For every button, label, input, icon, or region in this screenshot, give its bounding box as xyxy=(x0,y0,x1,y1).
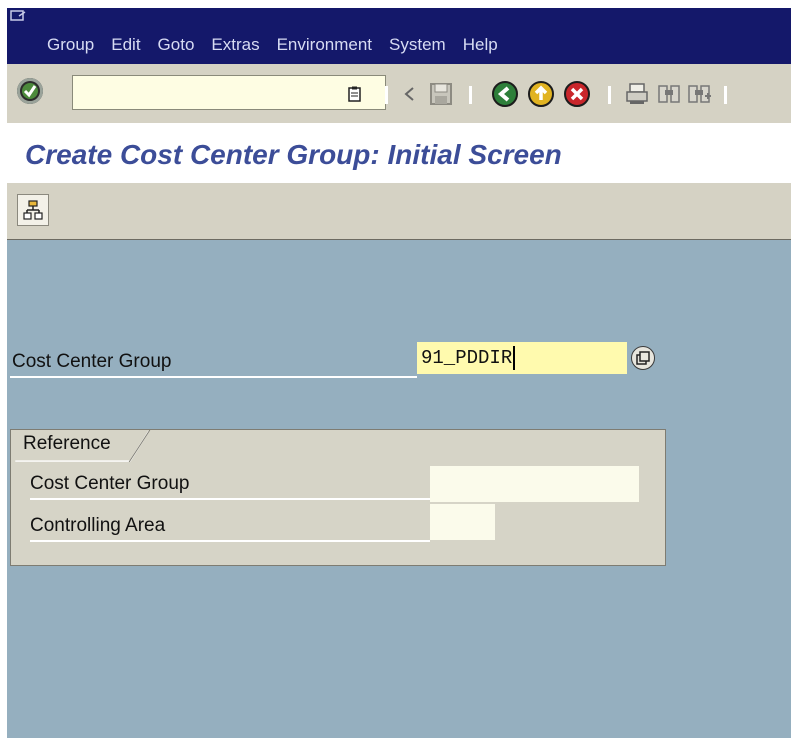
back-icon[interactable] xyxy=(491,80,519,108)
toolbar-separator xyxy=(724,86,727,104)
cost-center-group-label: Cost Center Group xyxy=(12,351,172,372)
sap-window: Group Edit Goto Extras Environment Syste… xyxy=(7,8,791,738)
back-arrow-icon[interactable] xyxy=(403,86,415,102)
command-field[interactable] xyxy=(72,75,386,110)
label-underline xyxy=(30,498,430,500)
text-cursor xyxy=(513,345,516,370)
save-icon[interactable] xyxy=(429,82,453,106)
menu-items: Group Edit Goto Extras Environment Syste… xyxy=(47,35,515,55)
cost-center-group-input[interactable]: 91_PDDIR xyxy=(417,342,627,374)
find-next-icon[interactable] xyxy=(687,82,713,106)
label-underline xyxy=(10,376,417,378)
menu-edit[interactable]: Edit xyxy=(111,35,140,55)
enter-icon[interactable] xyxy=(17,78,43,104)
menu-extras[interactable]: Extras xyxy=(211,35,259,55)
page-title: Create Cost Center Group: Initial Screen xyxy=(25,139,562,170)
content-area: Cost Center Group 91_PDDIR Reference Cos… xyxy=(7,240,791,738)
menu-help[interactable]: Help xyxy=(463,35,498,55)
toolbar-separator xyxy=(385,86,388,104)
title-bar: Create Cost Center Group: Initial Screen xyxy=(7,125,791,189)
hierarchy-button[interactable] xyxy=(17,194,49,226)
ref-cost-center-group-label: Cost Center Group xyxy=(30,473,190,494)
possible-entries-icon xyxy=(636,351,650,365)
reference-groupbox: Reference Cost Center Group Controlling … xyxy=(10,429,666,566)
controlling-area-label: Controlling Area xyxy=(30,515,166,536)
menu-environment[interactable]: Environment xyxy=(277,35,372,55)
controlling-area-input[interactable] xyxy=(430,504,495,540)
ref-cost-center-group-input[interactable] xyxy=(430,466,639,502)
cost-center-group-value: 91_PDDIR xyxy=(421,347,513,369)
menu-bar: Group Edit Goto Extras Environment Syste… xyxy=(7,8,791,64)
menu-system[interactable]: System xyxy=(389,35,446,55)
standard-toolbar xyxy=(7,64,791,125)
toolbar-separator xyxy=(469,86,472,104)
cancel-icon[interactable] xyxy=(563,80,591,108)
possible-entries-button[interactable] xyxy=(631,346,655,370)
exit-icon[interactable] xyxy=(527,80,555,108)
reference-title: Reference xyxy=(23,433,111,454)
hierarchy-icon xyxy=(23,200,43,220)
application-toolbar xyxy=(7,183,791,241)
menu-goto[interactable]: Goto xyxy=(158,35,195,55)
system-menu-icon[interactable] xyxy=(10,10,26,24)
label-underline xyxy=(30,540,430,542)
print-icon[interactable] xyxy=(625,82,649,106)
find-icon[interactable] xyxy=(657,82,681,106)
menu-group[interactable]: Group xyxy=(47,35,94,55)
command-field-icon[interactable] xyxy=(348,86,362,102)
toolbar-separator xyxy=(608,86,611,104)
